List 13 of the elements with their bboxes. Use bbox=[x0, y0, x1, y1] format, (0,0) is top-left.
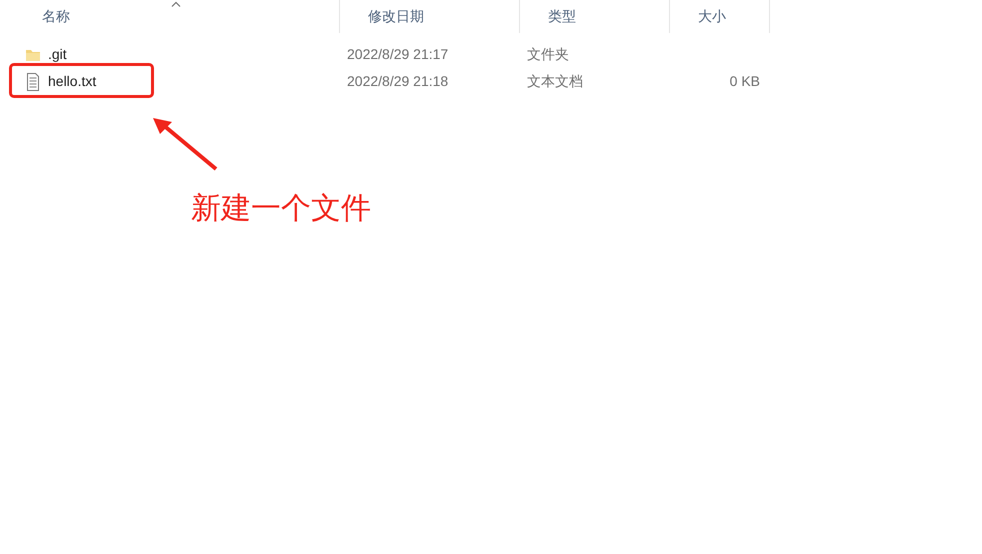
modified-date: 2022/8/29 21:17 bbox=[346, 45, 450, 64]
file-name[interactable]: .git bbox=[0, 44, 340, 65]
file-name[interactable]: hello.txt bbox=[0, 71, 340, 92]
file-size: 0 KB bbox=[728, 72, 761, 91]
file-type: 文本文档 bbox=[526, 72, 584, 91]
column-header[interactable]: 大小 bbox=[670, 0, 770, 33]
column-header[interactable]: 修改日期 bbox=[340, 0, 520, 33]
column-header[interactable]: 类型 bbox=[520, 0, 670, 33]
document-icon bbox=[25, 72, 41, 90]
annotation-text: 新建一个文件 bbox=[191, 191, 371, 227]
modified-date: 2022/8/29 21:18 bbox=[346, 72, 450, 91]
file-type: 文件夹 bbox=[526, 45, 570, 64]
column-header[interactable]: 名称 bbox=[0, 0, 340, 33]
